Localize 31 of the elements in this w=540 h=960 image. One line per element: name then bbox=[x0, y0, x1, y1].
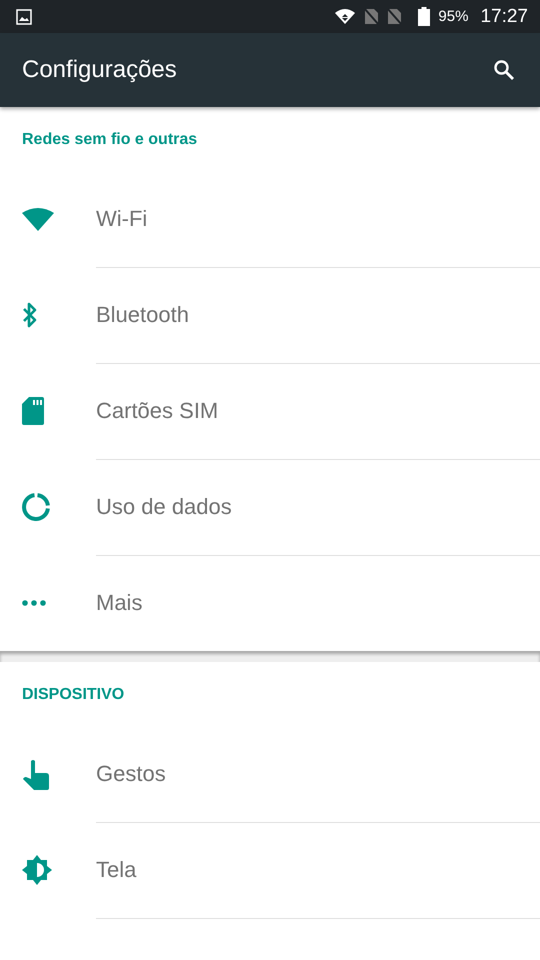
clock: 17:27 bbox=[480, 6, 528, 28]
sd-card-icon bbox=[22, 397, 44, 425]
settings-item[interactable]: Gestos bbox=[0, 726, 540, 822]
pointing-hand-icon bbox=[22, 758, 50, 790]
battery-icon bbox=[418, 7, 430, 26]
item-label: Bluetooth bbox=[96, 302, 189, 328]
brightness-icon bbox=[22, 855, 52, 885]
settings-item[interactable]: Tela bbox=[0, 822, 540, 918]
section-header: DISPOSITIVO bbox=[22, 686, 124, 704]
battery-percentage: 95% bbox=[438, 8, 468, 25]
screen-title: Configurações bbox=[22, 56, 178, 84]
settings-item[interactable]: Uso de dados bbox=[0, 459, 540, 555]
wifi-icon bbox=[22, 207, 54, 231]
item-label: Tela bbox=[96, 856, 136, 882]
item-label: Uso de dados bbox=[96, 494, 232, 520]
item-label: Mais bbox=[96, 590, 142, 616]
image-icon bbox=[16, 8, 32, 24]
no-sim-icon bbox=[364, 8, 380, 25]
settings-item[interactable]: Mais bbox=[0, 555, 540, 651]
item-label: Gestos bbox=[96, 760, 166, 786]
item-label: Cartões SIM bbox=[96, 398, 218, 424]
section-header: Redes sem fio e outras bbox=[22, 131, 198, 149]
item-label: Wi-Fi bbox=[96, 206, 148, 232]
settings-item[interactable]: Bluetooth bbox=[0, 267, 540, 363]
settings-item[interactable]: Wi-Fi bbox=[0, 171, 540, 267]
more-icon bbox=[22, 600, 46, 606]
wifi-icon bbox=[334, 8, 356, 25]
no-sim-icon bbox=[387, 8, 402, 25]
data-usage-icon bbox=[22, 493, 50, 521]
settings-item[interactable]: Cartões SIM bbox=[0, 363, 540, 459]
bluetooth-icon bbox=[22, 301, 38, 329]
